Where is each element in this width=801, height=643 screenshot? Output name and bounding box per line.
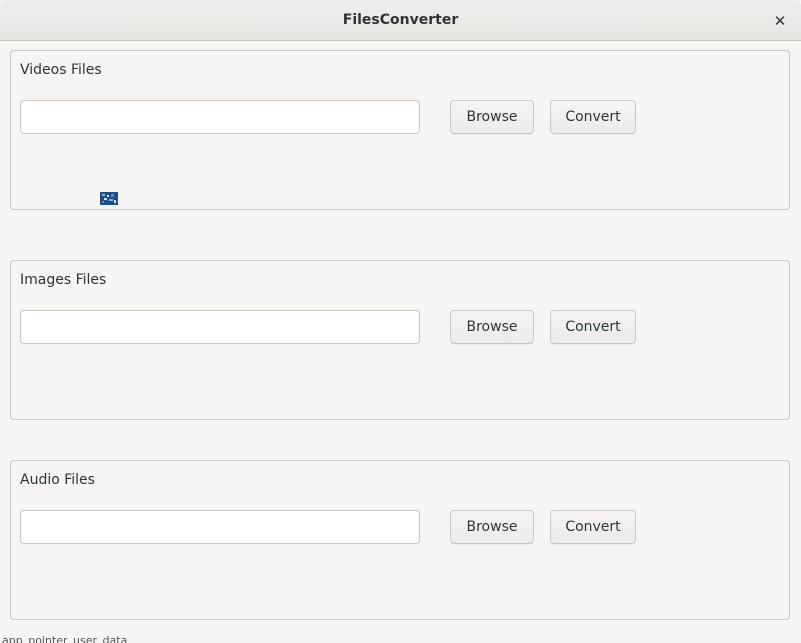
images-browse-button[interactable]: Browse <box>450 310 534 344</box>
audio-files-group: Audio Files Browse Convert <box>10 460 790 620</box>
images-path-input[interactable] <box>20 310 420 344</box>
audio-files-label: Audio Files <box>20 472 95 488</box>
broken-image-icon <box>100 192 118 205</box>
audio-path-input[interactable] <box>20 510 420 544</box>
videos-files-group: Videos Files Browse Convert <box>10 50 790 210</box>
audio-convert-button[interactable]: Convert <box>550 510 636 544</box>
window-title: FilesConverter <box>342 12 459 28</box>
close-icon: ✕ <box>773 12 787 30</box>
videos-browse-button[interactable]: Browse <box>450 100 534 134</box>
videos-path-input[interactable] <box>20 100 420 134</box>
videos-convert-button[interactable]: Convert <box>550 100 636 134</box>
audio-browse-button[interactable]: Browse <box>450 510 534 544</box>
close-button[interactable]: ✕ <box>769 10 791 32</box>
images-convert-button[interactable]: Convert <box>550 310 636 344</box>
images-files-group: Images Files Browse Convert <box>10 260 790 420</box>
footer-text: app_pointer_user_data <box>2 634 128 643</box>
images-files-label: Images Files <box>20 272 107 288</box>
title-bar[interactable]: FilesConverter ✕ <box>0 0 801 41</box>
videos-files-label: Videos Files <box>20 62 102 78</box>
app-window: FilesConverter ✕ Videos Files Browse Con… <box>0 0 801 643</box>
